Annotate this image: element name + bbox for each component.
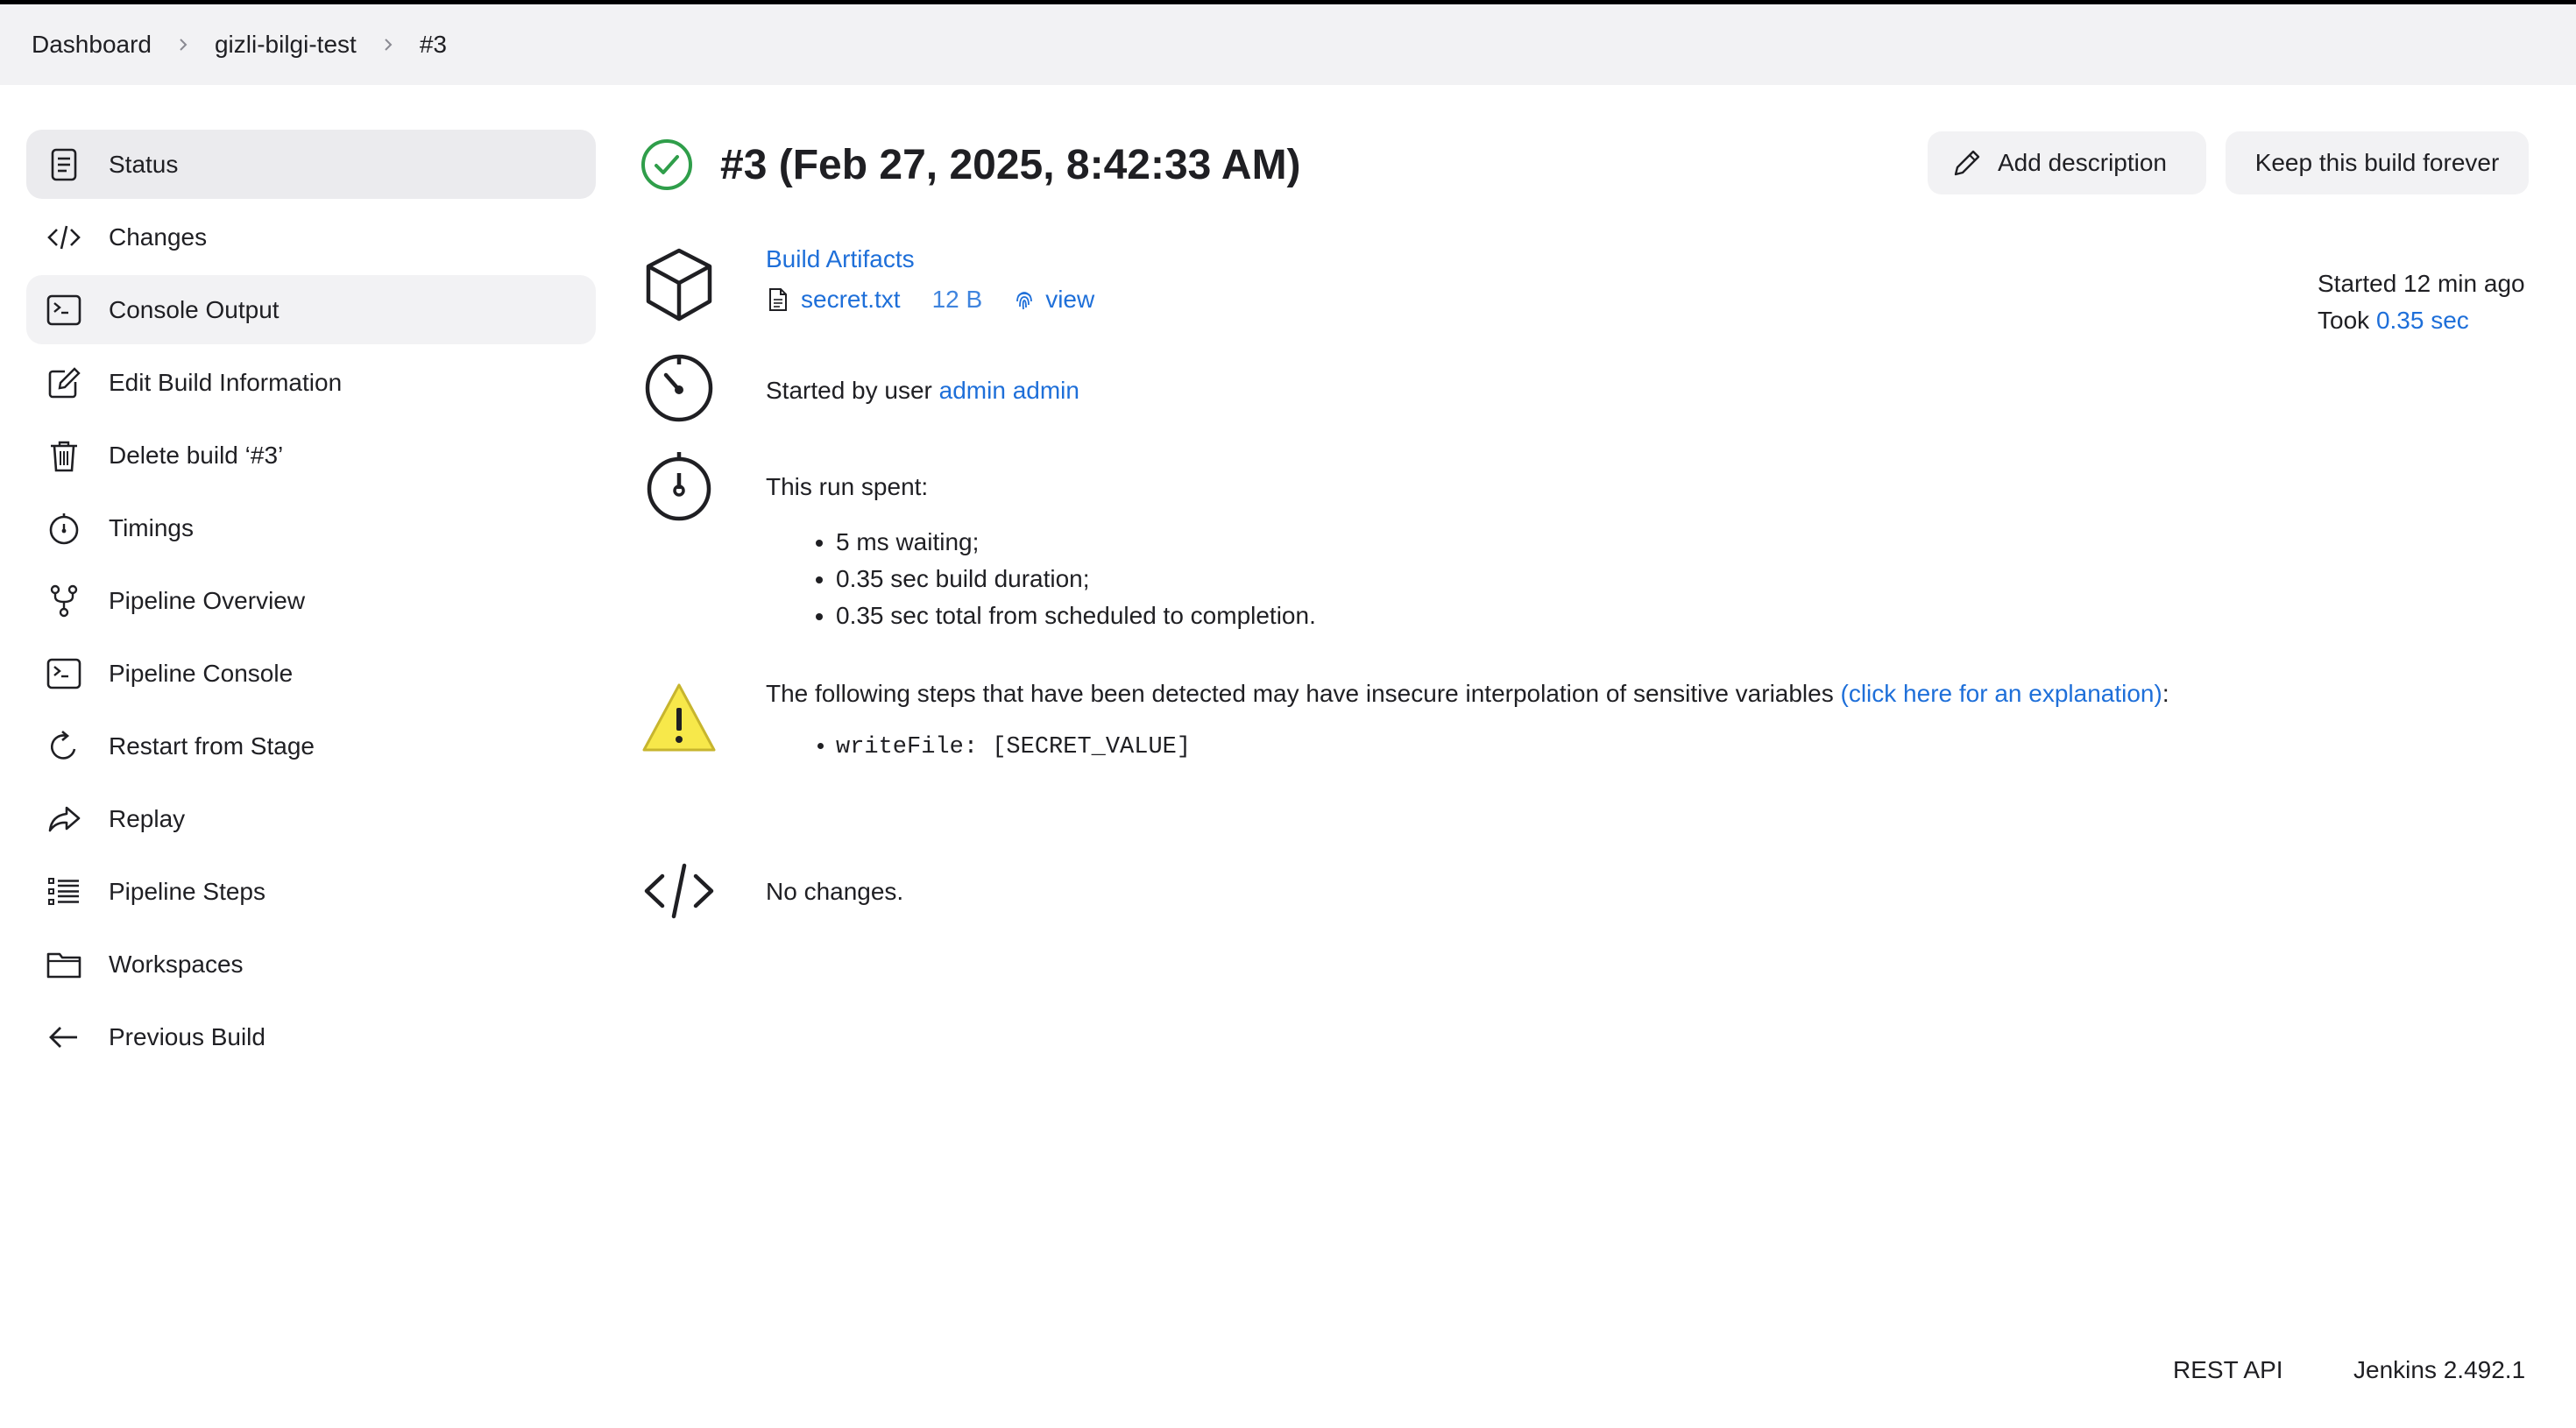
sidebar-item-timings[interactable]: Timings	[26, 493, 596, 562]
warning-text: The following steps that have been detec…	[766, 680, 1841, 707]
warning-text-line: The following steps that have been detec…	[766, 680, 2169, 708]
main-content: #3 (Feb 27, 2025, 8:42:33 AM) Add descri…	[640, 130, 2532, 919]
terminal-icon	[46, 292, 82, 329]
sidebar-item-changes[interactable]: Changes	[26, 202, 596, 272]
sidebar-item-pipeline-console[interactable]: Pipeline Console	[26, 639, 596, 708]
add-description-button[interactable]: Add description	[1928, 131, 2206, 194]
sidebar: Status Changes Console Output Edit Build…	[26, 130, 596, 1075]
sidebar-item-label: Console Output	[109, 295, 280, 323]
chevron-right-icon	[379, 36, 397, 53]
sidebar-item-label: Pipeline Steps	[109, 877, 266, 905]
sidebar-item-label: Workspaces	[109, 950, 244, 978]
add-description-label: Add description	[1998, 149, 2168, 176]
sidebar-item-workspaces[interactable]: Workspaces	[26, 930, 596, 999]
started-time: Started 12 min ago	[2318, 270, 2525, 297]
package-icon	[640, 245, 718, 324]
sidebar-item-delete-build[interactable]: Delete build ‘#3’	[26, 421, 596, 490]
sidebar-item-previous-build[interactable]: Previous Build	[26, 1002, 596, 1071]
took-duration-link[interactable]: 0.35 sec	[2376, 307, 2469, 334]
list-item: writeFile: [SECRET_VALUE]	[836, 729, 2169, 766]
stopwatch-icon	[46, 510, 82, 547]
jenkins-version-button[interactable]: Jenkins 2.492.1	[2353, 1356, 2525, 1384]
list-icon	[46, 873, 82, 910]
code-icon	[46, 219, 82, 256]
rest-api-link[interactable]: REST API	[2173, 1356, 2283, 1384]
edit-icon	[46, 364, 82, 401]
stopwatch-icon	[640, 447, 718, 526]
warning-suffix: :	[2162, 680, 2169, 707]
sidebar-item-label: Restart from Stage	[109, 732, 315, 760]
artifact-size: 12 B	[931, 286, 983, 313]
keep-build-forever-button[interactable]: Keep this build forever	[2226, 131, 2529, 194]
sidebar-item-pipeline-steps[interactable]: Pipeline Steps	[26, 857, 596, 926]
file-icon	[766, 286, 790, 313]
build-artifacts-link[interactable]: Build Artifacts	[766, 245, 1094, 273]
build-cause-text: Started by user admin admin	[766, 377, 1079, 405]
branch-icon	[46, 583, 82, 619]
sidebar-item-restart-from-stage[interactable]: Restart from Stage	[26, 711, 596, 781]
sidebar-item-label: Changes	[109, 223, 208, 251]
success-check-icon	[641, 139, 692, 190]
sidebar-item-label: Status	[109, 150, 179, 178]
run-spent-heading: This run spent:	[766, 473, 929, 500]
sidebar-item-status[interactable]: Status	[26, 130, 596, 199]
chevron-right-icon	[174, 36, 192, 53]
page-title: #3 (Feb 27, 2025, 8:42:33 AM)	[720, 141, 1301, 188]
user-link[interactable]: admin admin	[939, 377, 1079, 404]
arrow-left-icon	[46, 1019, 82, 1056]
breadcrumb-dashboard[interactable]: Dashboard	[32, 31, 152, 59]
run-spent-content: This run spent: 5 ms waiting; 0.35 sec b…	[766, 473, 1316, 634]
sidebar-item-label: Replay	[109, 804, 186, 832]
explanation-link[interactable]: (click here for an explanation)	[1841, 680, 2162, 707]
document-icon	[46, 146, 82, 183]
warning-icon	[640, 678, 718, 757]
sidebar-item-label: Pipeline Console	[109, 659, 294, 687]
warning-content: The following steps that have been detec…	[766, 680, 2169, 766]
insecure-steps-list: writeFile: [SECRET_VALUE]	[766, 729, 2169, 766]
build-timing: Started 12 min ago Took 0.35 sec	[2318, 265, 2525, 339]
sidebar-item-replay[interactable]: Replay	[26, 784, 596, 853]
sidebar-item-pipeline-overview[interactable]: Pipeline Overview	[26, 566, 596, 635]
trash-icon	[46, 437, 82, 474]
folder-icon	[46, 946, 82, 983]
sidebar-item-label: Delete build ‘#3’	[109, 441, 284, 469]
sidebar-item-label: Timings	[109, 513, 194, 541]
code-icon	[640, 852, 718, 930]
sidebar-item-edit-build-information[interactable]: Edit Build Information	[26, 348, 596, 417]
artifacts-content: Build Artifacts secret.txt 12 B view	[766, 245, 1094, 314]
list-item: 0.35 sec build duration;	[836, 561, 1316, 597]
artifact-file-link[interactable]: secret.txt	[801, 286, 901, 314]
changes-text: No changes.	[766, 878, 904, 905]
keep-build-forever-label: Keep this build forever	[2254, 149, 2500, 176]
timer-icon	[640, 349, 718, 428]
took-prefix: Took	[2318, 307, 2376, 334]
breadcrumb-job[interactable]: gizli-bilgi-test	[215, 31, 357, 59]
fingerprint-icon	[1012, 287, 1037, 312]
sidebar-item-label: Previous Build	[109, 1022, 265, 1050]
build-header: #3 (Feb 27, 2025, 8:42:33 AM) Add descri…	[640, 130, 2532, 200]
cause-prefix: Started by user	[766, 377, 939, 404]
took-line: Took 0.35 sec	[2318, 302, 2525, 339]
artifact-view-link[interactable]: view	[1045, 286, 1094, 314]
sidebar-item-console-output[interactable]: Console Output	[26, 275, 596, 344]
list-item: 0.35 sec total from scheduled to complet…	[836, 597, 1316, 634]
replay-icon	[46, 801, 82, 838]
pencil-icon	[1954, 150, 1980, 176]
artifact-row: secret.txt 12 B view	[766, 286, 1094, 314]
sidebar-item-label: Edit Build Information	[109, 368, 343, 396]
restart-icon	[46, 728, 82, 765]
breadcrumb: Dashboard gizli-bilgi-test #3	[0, 4, 2576, 85]
list-item: 5 ms waiting;	[836, 524, 1316, 561]
sidebar-item-label: Pipeline Overview	[109, 586, 306, 614]
terminal-icon	[46, 655, 82, 692]
breadcrumb-build[interactable]: #3	[420, 31, 447, 59]
run-spent-list: 5 ms waiting; 0.35 sec build duration; 0…	[766, 524, 1316, 634]
